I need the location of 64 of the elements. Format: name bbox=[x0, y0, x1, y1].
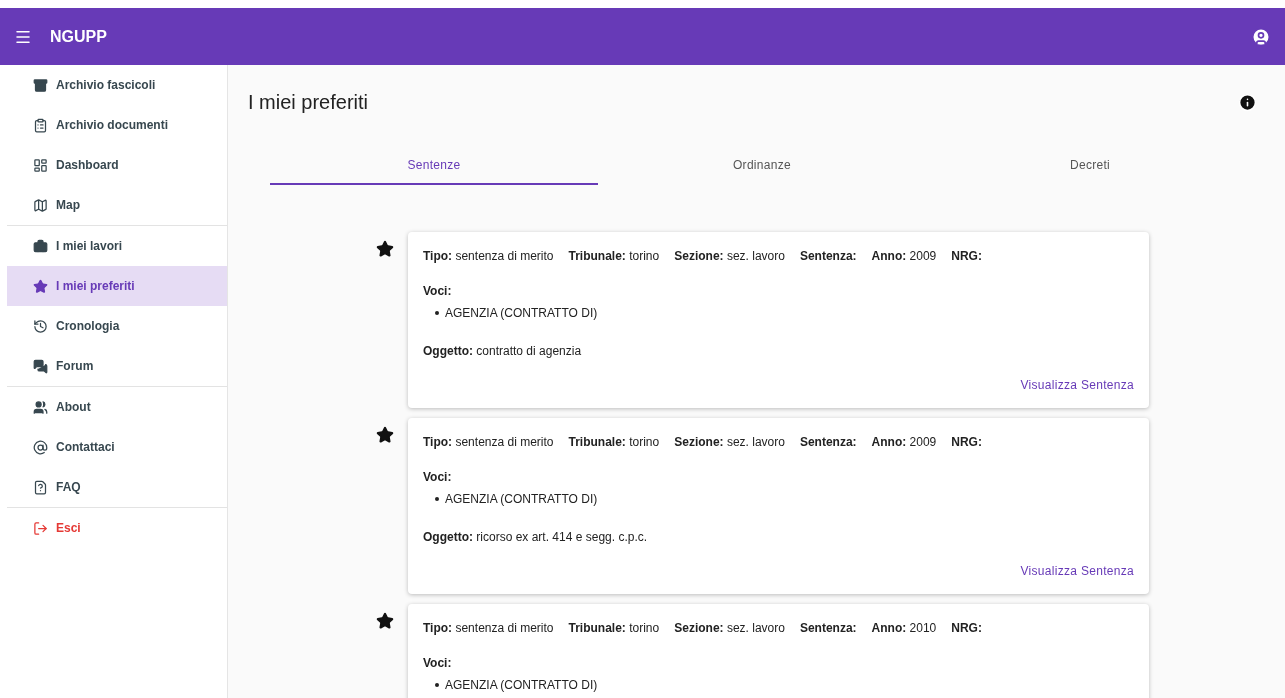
tab[interactable]: Decreti bbox=[926, 147, 1254, 185]
account-icon[interactable] bbox=[1251, 26, 1271, 47]
field-text: NRG: bbox=[951, 620, 982, 637]
bullet-icon bbox=[435, 311, 439, 315]
sidebar-item[interactable]: I miei preferiti bbox=[7, 266, 227, 306]
field-text: Anno: 2009 bbox=[871, 248, 937, 265]
voci-label: Voci: bbox=[423, 655, 452, 672]
sidebar-item[interactable]: Dashboard bbox=[7, 145, 227, 185]
page-title: I miei preferiti bbox=[248, 90, 369, 115]
sidebar-item[interactable]: Contattaci bbox=[7, 427, 227, 467]
field-text: Tribunale: torino bbox=[568, 434, 660, 451]
field-text: Anno: 2010 bbox=[871, 620, 937, 637]
bullet-icon bbox=[435, 497, 439, 501]
sidebar-item[interactable]: FAQ bbox=[7, 467, 227, 507]
field-text: Tipo: sentenza di merito bbox=[423, 434, 554, 451]
app-title: NGUPP bbox=[50, 26, 107, 47]
field-text: Sentenza: bbox=[799, 248, 857, 265]
oggetto-text: Oggetto: ricorso ex art. 414 e segg. c.p.c. bbox=[423, 529, 648, 546]
field-text: Tribunale: torino bbox=[568, 620, 660, 637]
star-icon[interactable] bbox=[376, 612, 394, 630]
logout-icon bbox=[33, 520, 48, 536]
sidebar-item[interactable]: Archivio fascicoli bbox=[7, 65, 227, 105]
sidebar-item[interactable]: I miei lavori bbox=[7, 226, 227, 266]
field-text: Sezione: sez. lavoro bbox=[674, 434, 785, 451]
oggetto-text: Oggetto: contratto di agenzia bbox=[423, 343, 582, 360]
field-text: Tipo: sentenza di merito bbox=[423, 620, 554, 637]
voce-text: AGENZIA (CONTRATTO DI) bbox=[445, 305, 598, 322]
field-text: Sezione: sez. lavoro bbox=[674, 248, 785, 265]
tab[interactable]: Ordinanze bbox=[598, 147, 926, 185]
tab[interactable]: Sentenze bbox=[270, 147, 598, 185]
map-icon bbox=[33, 197, 48, 213]
view-sentence-link[interactable]: Visualizza Sentenza bbox=[1020, 562, 1134, 580]
briefcase-icon bbox=[33, 238, 48, 254]
sidebar-item[interactable]: Archivio documenti bbox=[7, 105, 227, 145]
field-text: Tipo: sentenza di merito bbox=[423, 248, 554, 265]
star-icon[interactable] bbox=[376, 240, 394, 258]
sidebar-item[interactable]: Cronologia bbox=[7, 306, 227, 346]
voci-label: Voci: bbox=[423, 469, 452, 486]
sidebar-item[interactable]: Forum bbox=[7, 346, 227, 386]
voci-label: Voci: bbox=[423, 283, 452, 300]
star-icon bbox=[33, 278, 48, 294]
star-icon[interactable] bbox=[376, 426, 394, 444]
field-text: Sezione: sez. lavoro bbox=[674, 620, 785, 637]
field-text: Tribunale: torino bbox=[568, 248, 660, 265]
chat-bubbles-icon bbox=[33, 358, 48, 374]
info-icon[interactable] bbox=[1238, 92, 1257, 112]
sidebar-item[interactable]: About bbox=[7, 387, 227, 427]
archive-box-icon bbox=[33, 77, 48, 93]
field-text: NRG: bbox=[951, 248, 982, 265]
people-icon bbox=[33, 399, 48, 415]
field-text: NRG: bbox=[951, 434, 982, 451]
voce-text: AGENZIA (CONTRATTO DI) bbox=[445, 491, 598, 508]
dashboard-icon bbox=[33, 157, 48, 173]
sidebar-item[interactable]: Map bbox=[7, 185, 227, 225]
field-text: Anno: 2009 bbox=[871, 434, 937, 451]
sidebar-item[interactable]: Esci bbox=[7, 508, 227, 548]
at-sign-icon bbox=[33, 439, 48, 455]
field-text: Sentenza: bbox=[799, 434, 857, 451]
history-icon bbox=[33, 318, 48, 334]
view-sentence-link[interactable]: Visualizza Sentenza bbox=[1020, 376, 1134, 394]
question-document-icon bbox=[33, 479, 48, 495]
voce-text: AGENZIA (CONTRATTO DI) bbox=[445, 677, 598, 694]
bullet-icon bbox=[435, 683, 439, 687]
field-text: Sentenza: bbox=[799, 620, 857, 637]
